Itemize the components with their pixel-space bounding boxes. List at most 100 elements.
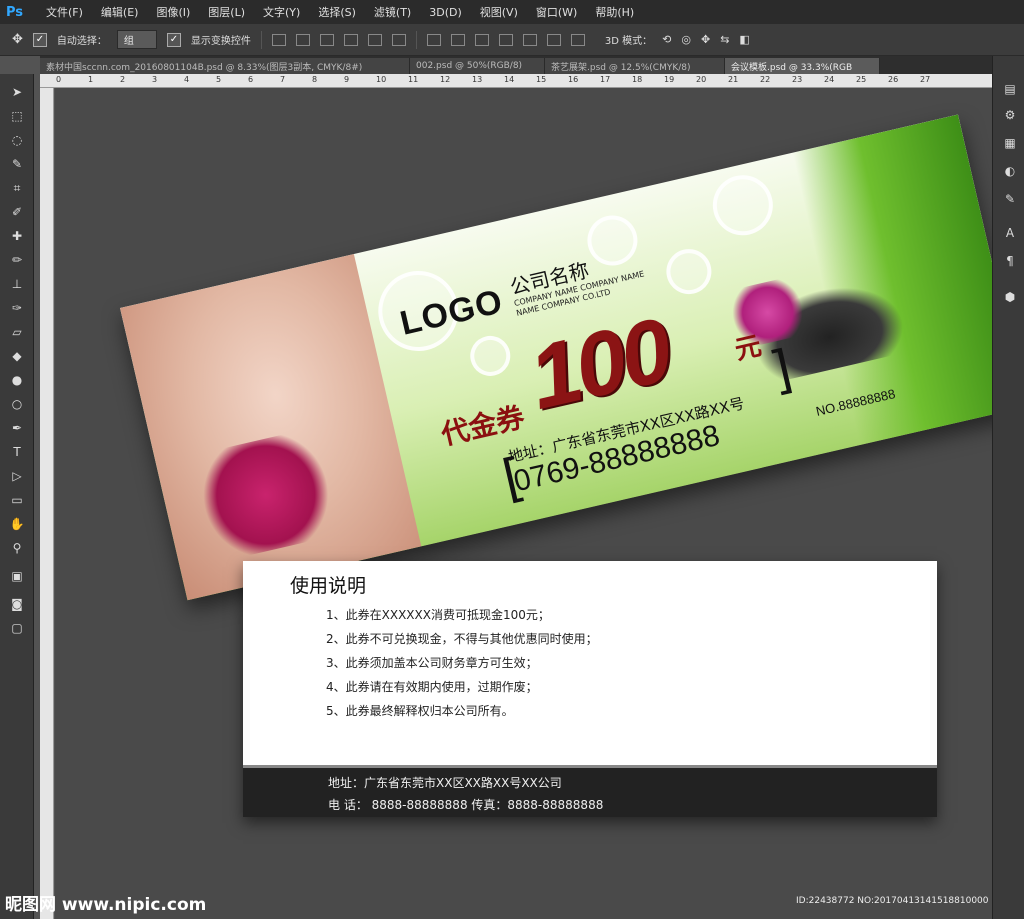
adjustments-panel-icon[interactable]: ◐	[1001, 162, 1019, 180]
footer-phone: 电 话： 8888-88888888 传真：8888-88888888	[328, 798, 604, 812]
distribute-center-icon[interactable]	[522, 33, 537, 46]
3d-panel-icon[interactable]: ⬢	[1001, 288, 1019, 306]
auto-select-label: 自动选择：	[56, 36, 107, 47]
shape-tool-icon[interactable]: ▭	[6, 490, 28, 510]
blur-tool-icon[interactable]: ●	[6, 370, 28, 390]
menu-window[interactable]: 窗口(W)	[536, 4, 577, 20]
scale-3d-icon[interactable]: ◧	[739, 33, 749, 46]
ruler-tick: 16	[568, 75, 579, 84]
vertical-ruler[interactable]	[40, 88, 54, 919]
tab-document-3[interactable]: 茶艺展架.psd @ 12.5%(CMYK/8)	[545, 58, 725, 74]
align-right-icon[interactable]	[391, 33, 406, 46]
path-select-tool-icon[interactable]: ▷	[6, 466, 28, 486]
instruction-item: 3、此券须加盖本公司财务章方可生效；	[326, 656, 538, 670]
foreground-color-icon[interactable]: ▣	[6, 566, 28, 586]
clone-stamp-tool-icon[interactable]: ⊥	[6, 274, 28, 294]
eyedropper-tool-icon[interactable]: ✐	[6, 202, 28, 222]
distribute-right-icon[interactable]	[546, 33, 561, 46]
menu-bar: Ps 文件(F) 编辑(E) 图像(I) 图层(L) 文字(Y) 选择(S) 滤…	[0, 0, 1024, 24]
voucher-front: LOGO 公司名称 COMPANY NAME COMPANY NAME NAME…	[120, 114, 992, 601]
properties-panel-icon[interactable]: ⚙	[1001, 106, 1019, 124]
instructions-list: 1、此券在XXXXXX消费可抵现金100元； 2、此券不可兑换现金，不得与其他优…	[326, 605, 598, 725]
move-tool-icon[interactable]: ✥	[12, 32, 23, 47]
document-canvas[interactable]: LOGO 公司名称 COMPANY NAME COMPANY NAME NAME…	[55, 88, 992, 919]
menu-edit[interactable]: 编辑(E)	[101, 4, 139, 20]
ruler-tick: 22	[760, 75, 771, 84]
distribute-top-icon[interactable]	[426, 33, 441, 46]
menu-3d[interactable]: 3D(D)	[429, 6, 462, 19]
distribute-middle-icon[interactable]	[450, 33, 465, 46]
ruler-tick: 2	[120, 75, 126, 84]
ruler-tick: 4	[184, 75, 190, 84]
crop-tool-icon[interactable]: ⌗	[6, 178, 28, 198]
show-transform-checkbox[interactable]: ✓	[166, 32, 181, 47]
align-bottom-icon[interactable]	[319, 33, 334, 46]
ruler-tick: 14	[504, 75, 515, 84]
align-middle-icon[interactable]	[295, 33, 310, 46]
ruler-tick: 12	[440, 75, 451, 84]
right-dock-panel: ▤ ⚙ ▦ ◐ ✎ A ¶ ⬢	[992, 56, 1024, 919]
auto-align-icon[interactable]	[570, 33, 585, 46]
history-brush-tool-icon[interactable]: ✑	[6, 298, 28, 318]
menu-file[interactable]: 文件(F)	[46, 4, 83, 20]
align-left-icon[interactable]	[343, 33, 358, 46]
character-panel-icon[interactable]: A	[1001, 224, 1019, 242]
show-transform-label: 显示变换控件	[190, 36, 251, 47]
ruler-tick: 7	[280, 75, 286, 84]
ruler-tick: 18	[632, 75, 643, 84]
move-tool-icon[interactable]: ➤	[6, 82, 28, 102]
instruction-item: 5、此券最终解释权归本公司所有。	[326, 704, 514, 718]
tab-document-2[interactable]: 002.psd @ 50%(RGB/8)	[410, 58, 545, 74]
hand-tool-icon[interactable]: ✋	[6, 514, 28, 534]
roll-3d-icon[interactable]: ◎	[681, 33, 691, 46]
ruler-tick: 10	[376, 75, 387, 84]
eraser-tool-icon[interactable]: ▱	[6, 322, 28, 342]
photoshop-logo[interactable]: Ps	[6, 3, 28, 21]
healing-brush-tool-icon[interactable]: ✚	[6, 226, 28, 246]
gradient-tool-icon[interactable]: ◆	[6, 346, 28, 366]
menu-view[interactable]: 视图(V)	[480, 4, 518, 20]
ruler-tick: 15	[536, 75, 547, 84]
history-panel-icon[interactable]: ▤	[1001, 80, 1019, 98]
paragraph-panel-icon[interactable]: ¶	[1001, 252, 1019, 270]
menu-type[interactable]: 文字(Y)	[263, 4, 300, 20]
menu-image[interactable]: 图像(I)	[156, 4, 190, 20]
ruler-tick: 24	[824, 75, 835, 84]
separator	[260, 30, 262, 49]
marquee-tool-icon[interactable]: ⬚	[6, 106, 28, 126]
brush-panel-icon[interactable]: ✎	[1001, 190, 1019, 208]
zoom-tool-icon[interactable]: ⚲	[6, 538, 28, 558]
dodge-tool-icon[interactable]: ○	[6, 394, 28, 414]
layers-panel-icon[interactable]: ▦	[1001, 134, 1019, 152]
align-center-icon[interactable]	[367, 33, 382, 46]
horizontal-ruler[interactable]: 0 1 2 3 4 5 6 7 8 9 10 11 12 13 14 15 16…	[40, 74, 992, 88]
brush-tool-icon[interactable]: ✏	[6, 250, 28, 270]
menu-layer[interactable]: 图层(L)	[208, 4, 245, 20]
auto-select-dropdown[interactable]: 组	[116, 30, 157, 49]
type-tool-icon[interactable]: T	[6, 442, 28, 462]
quick-select-tool-icon[interactable]: ✎	[6, 154, 28, 174]
pen-tool-icon[interactable]: ✒	[6, 418, 28, 438]
menu-select[interactable]: 选择(S)	[318, 4, 356, 20]
slide-3d-icon[interactable]: ⇆	[720, 33, 729, 46]
align-top-icon[interactable]	[271, 33, 286, 46]
tab-document-1[interactable]: 素材中国sccnn.com_20160801104B.psd @ 8.33%(图…	[40, 58, 410, 74]
separator	[415, 30, 417, 49]
instruction-item: 4、此券请在有效期内使用，过期作废；	[326, 680, 538, 694]
distribute-left-icon[interactable]	[498, 33, 513, 46]
ruler-tick: 17	[600, 75, 611, 84]
screen-mode-icon[interactable]: ▢	[6, 618, 28, 638]
menu-filter[interactable]: 滤镜(T)	[374, 4, 411, 20]
quick-mask-icon[interactable]: ◙	[6, 594, 28, 614]
distribute-bottom-icon[interactable]	[474, 33, 489, 46]
pan-3d-icon[interactable]: ✥	[701, 33, 710, 46]
ruler-tick: 6	[248, 75, 254, 84]
tab-document-4[interactable]: 会议模板.psd @ 33.3%(RGB	[725, 58, 880, 74]
menu-help[interactable]: 帮助(H)	[595, 4, 634, 20]
rotate-3d-icon[interactable]: ⟲	[662, 33, 671, 46]
ruler-tick: 3	[152, 75, 158, 84]
footer-address: 地址：广东省东莞市XX区XX路XX号XX公司	[328, 776, 562, 790]
lasso-tool-icon[interactable]: ◌	[6, 130, 28, 150]
ruler-tick: 19	[664, 75, 675, 84]
auto-select-checkbox[interactable]: ✓	[32, 32, 47, 47]
